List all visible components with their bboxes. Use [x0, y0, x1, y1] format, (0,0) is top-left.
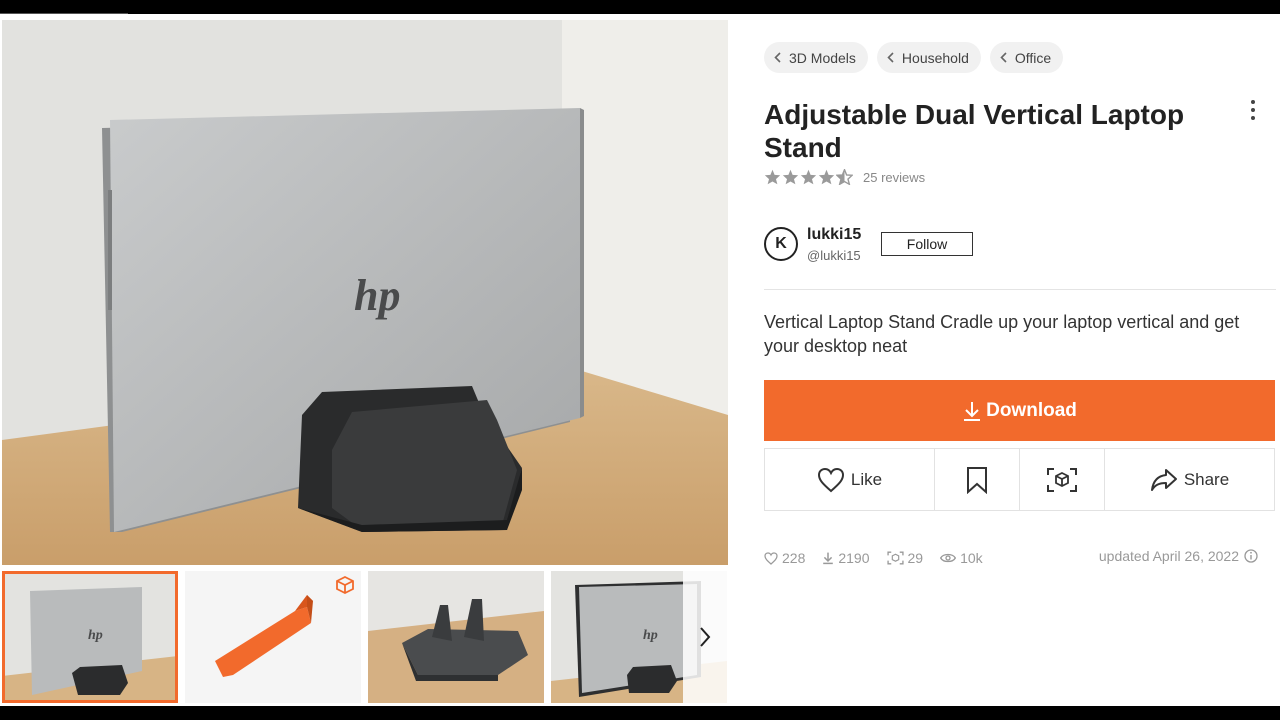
laptop-stand-photo: hp	[2, 20, 728, 565]
likes-count: 228	[782, 550, 806, 566]
eye-icon	[940, 553, 957, 563]
thumbnail-4[interactable]: hp	[551, 571, 727, 703]
star-rating	[764, 169, 853, 185]
breadcrumb-label: Office	[1014, 49, 1052, 66]
avatar[interactable]: K	[764, 227, 798, 261]
star-icon	[800, 169, 817, 185]
updated-date: updated April 26, 2022	[1099, 548, 1258, 564]
like-button[interactable]: Like	[765, 449, 935, 510]
thumbnail-strip: hp hp	[2, 571, 728, 703]
more-options-icon[interactable]	[1244, 98, 1262, 122]
views-count: 10k	[960, 550, 983, 566]
view-3d-button[interactable]	[1020, 449, 1105, 510]
star-icon	[782, 169, 799, 185]
thumbnail-1[interactable]: hp	[2, 571, 178, 703]
divider	[764, 289, 1276, 290]
breadcrumb-household[interactable]: Household	[876, 42, 981, 73]
model-page: hp hp hp 3D Models Household Office Adju…	[0, 14, 1280, 706]
avatar-letter: K	[775, 235, 787, 252]
model-description: Vertical Laptop Stand Cradle up your lap…	[764, 312, 1240, 356]
heart-icon	[817, 467, 844, 492]
author-block: K lukki15 @lukki15 Follow	[764, 224, 1064, 274]
author-name[interactable]: lukki15	[807, 226, 861, 244]
share-icon	[1150, 468, 1177, 491]
author-handle: @lukki15	[807, 248, 861, 263]
likes-stat: 228	[764, 550, 805, 566]
reviews-count[interactable]: 25 reviews	[863, 170, 925, 185]
download-icon	[964, 401, 981, 421]
views-stat: 10k	[940, 550, 983, 566]
follow-button[interactable]: Follow	[881, 232, 973, 256]
breadcrumb-label: 3D Models	[789, 49, 856, 66]
top-edge-bar	[0, 0, 1280, 14]
laptop-logo: hp	[354, 271, 400, 320]
updated-label: updated April 26, 2022	[1098, 548, 1239, 564]
download-icon	[823, 552, 834, 565]
3d-view-icon	[1047, 467, 1077, 492]
rating[interactable]: 25 reviews	[764, 169, 925, 185]
model-stats: 228 2190 29 10k updated April 26, 2022	[764, 548, 1264, 568]
breadcrumb-3d-models[interactable]: 3D Models	[764, 42, 868, 73]
thumbnail-3[interactable]	[368, 571, 544, 703]
share-label: Share	[1183, 469, 1230, 489]
like-label: Like	[850, 469, 883, 489]
makes-stat: 29	[886, 550, 924, 566]
half-star-icon	[836, 169, 853, 185]
share-button[interactable]: Share	[1105, 449, 1274, 510]
3d-view-icon	[886, 551, 904, 565]
chevron-left-icon	[774, 52, 781, 63]
download-button[interactable]: Download	[764, 380, 1275, 441]
makes-count: 29	[907, 550, 924, 566]
bookmark-button[interactable]	[935, 449, 1020, 510]
breadcrumb-office[interactable]: Office	[989, 42, 1064, 73]
action-bar: Like Share	[764, 448, 1275, 511]
chevron-left-icon	[887, 52, 894, 63]
next-thumbnails-button[interactable]	[683, 571, 727, 703]
star-icon	[764, 169, 781, 185]
chevron-left-icon	[1000, 52, 1007, 63]
model-details-panel: 3D Models Household Office Adjustable Du…	[764, 14, 1276, 706]
thumbnail-photo: hp	[2, 571, 178, 703]
thumbnail-logo: hp	[643, 628, 658, 643]
thumbnail-logo: hp	[88, 628, 103, 643]
chevron-right-icon	[700, 627, 711, 647]
info-icon[interactable]	[1244, 549, 1258, 563]
cube-icon	[336, 575, 354, 595]
main-model-image[interactable]: hp	[2, 20, 728, 565]
breadcrumb-label: Household	[901, 49, 969, 66]
downloads-count: 2190	[838, 550, 870, 566]
bottom-edge-bar	[0, 706, 1280, 720]
download-label: Download	[986, 399, 1077, 421]
thumbnail-photo	[368, 571, 544, 703]
thumbnail-2[interactable]	[185, 571, 361, 703]
breadcrumb: 3D Models Household Office	[764, 42, 1064, 73]
bookmark-icon	[967, 466, 987, 494]
model-title: Adjustable Dual Vertical Laptop Stand	[764, 99, 1185, 163]
downloads-stat: 2190	[822, 550, 870, 566]
heart-icon	[764, 551, 778, 565]
star-icon	[818, 169, 835, 185]
